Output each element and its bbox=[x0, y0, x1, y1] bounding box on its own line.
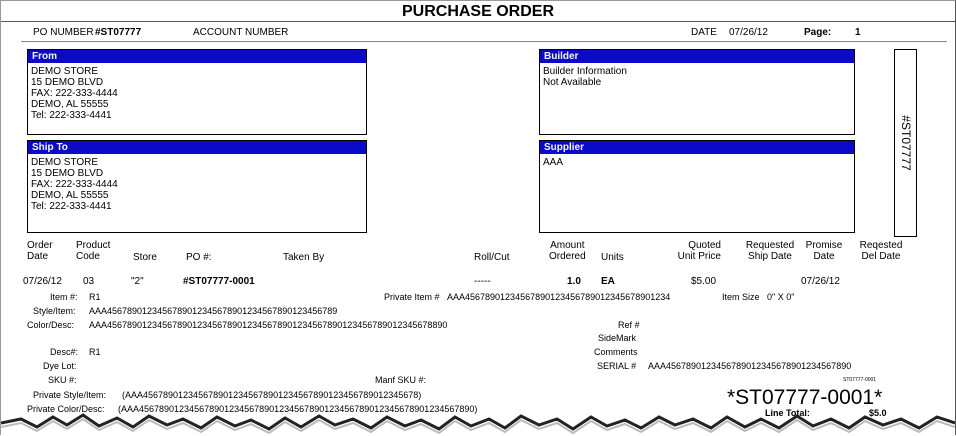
line-units: EA bbox=[601, 276, 615, 287]
ship-to-heading: Ship To bbox=[28, 141, 366, 154]
item-size-value: 0" X 0" bbox=[767, 292, 795, 302]
from-line: DEMO STORE bbox=[31, 66, 99, 77]
ship-to-line: 15 DEMO BLVD bbox=[31, 168, 104, 179]
sku-label: SKU #: bbox=[48, 375, 77, 385]
vertical-po-box: #ST07777 bbox=[894, 49, 917, 237]
ship-to-line: Tel: 222-333-4441 bbox=[31, 201, 112, 212]
line-roll-cut: ----- bbox=[474, 276, 491, 287]
from-line: DEMO, AL 55555 bbox=[31, 99, 109, 110]
ship-to-box: Ship To DEMO STORE 15 DEMO BLVD FAX: 222… bbox=[27, 140, 367, 233]
from-address: DEMO STORE 15 DEMO BLVD FAX: 222-333-444… bbox=[28, 63, 366, 124]
barcode-small-id: ST07777-0001 bbox=[843, 377, 877, 383]
account-number-label: ACCOUNT NUMBER bbox=[193, 27, 289, 38]
col-quoted-unit-price: Quoted Unit Price bbox=[673, 240, 721, 262]
col-quoted-line1: Quoted bbox=[688, 240, 721, 251]
vertical-po-number: #ST07777 bbox=[898, 115, 913, 171]
serial-value: AAA4567890123456789012345678901234567890 bbox=[648, 361, 852, 371]
col-taken-by: Taken By bbox=[283, 252, 325, 263]
date-label: DATE bbox=[691, 27, 717, 38]
col-promise-line2: Date bbox=[813, 251, 835, 262]
style-item-label: Style/Item: bbox=[33, 306, 76, 316]
col-product-code: Product Code bbox=[76, 240, 110, 262]
serial-label: SERIAL # bbox=[597, 361, 637, 371]
line-product-code: 03 bbox=[83, 276, 95, 287]
line-quoted-price: $5.00 bbox=[691, 276, 717, 287]
page-number: 1 bbox=[855, 27, 861, 38]
title-divider bbox=[1, 21, 955, 22]
line-po-number: #ST07777-0001 bbox=[183, 276, 255, 287]
col-promise-line1: Promise bbox=[805, 240, 843, 251]
col-product-code-line1: Product bbox=[76, 240, 111, 251]
sidemark-label: SideMark bbox=[598, 333, 637, 343]
col-amount-ordered: Amount Ordered bbox=[549, 240, 586, 262]
col-order-date-line2: Date bbox=[27, 251, 49, 262]
col-requested-ship-line2: Ship Date bbox=[748, 251, 792, 262]
item-size-label: Item Size bbox=[722, 292, 760, 302]
col-requested-ship-line1: Requested bbox=[745, 240, 795, 251]
po-number-value: #ST07777 bbox=[95, 27, 142, 38]
ref-label: Ref # bbox=[618, 320, 640, 330]
private-item-value: AAA4567890123456789012345678901234567890… bbox=[447, 292, 671, 302]
builder-line: Not Available bbox=[543, 77, 602, 88]
col-reqested-del-line1: Reqested bbox=[859, 240, 903, 251]
from-heading: From bbox=[28, 50, 366, 63]
color-desc-value: AAA4567890123456789012345678901234567890… bbox=[89, 320, 448, 330]
col-reqested-del-date: Reqested Del Date bbox=[857, 240, 905, 262]
from-line: 15 DEMO BLVD bbox=[31, 77, 104, 88]
line-store: "2" bbox=[131, 276, 144, 287]
line-amount-ordered: 1.0 bbox=[567, 276, 581, 287]
document-title: PURCHASE ORDER bbox=[401, 3, 554, 20]
dye-lot-label: Dye Lot: bbox=[43, 361, 77, 371]
col-roll-cut: Roll/Cut bbox=[474, 252, 510, 263]
from-box: From DEMO STORE 15 DEMO BLVD FAX: 222-33… bbox=[27, 49, 367, 135]
private-style-label: Private Style/Item: bbox=[33, 390, 107, 400]
supplier-info: AAA bbox=[540, 154, 854, 171]
col-reqested-del-line2: Del Date bbox=[861, 251, 901, 262]
comments-label: Comments bbox=[594, 347, 638, 357]
private-item-label: Private Item # bbox=[384, 292, 440, 302]
po-number-label: PO NUMBER bbox=[33, 27, 94, 38]
supplier-heading: Supplier bbox=[540, 141, 854, 154]
desc-label: Desc#: bbox=[50, 347, 79, 357]
desc-value: R1 bbox=[89, 347, 101, 357]
line-promise-date: 07/26/12 bbox=[801, 276, 840, 287]
col-amount-ordered-line2: Ordered bbox=[549, 251, 586, 262]
torn-edge-effect bbox=[1, 413, 955, 435]
from-line: Tel: 222-333-4441 bbox=[31, 110, 112, 121]
ship-to-line: DEMO, AL 55555 bbox=[31, 190, 109, 201]
col-units: Units bbox=[601, 252, 624, 263]
from-line: FAX: 222-333-4444 bbox=[31, 88, 118, 99]
col-po: PO #: bbox=[186, 252, 212, 263]
item-value: R1 bbox=[89, 292, 101, 302]
col-amount-ordered-line1: Amount bbox=[550, 240, 585, 251]
date-value: 07/26/12 bbox=[729, 27, 768, 38]
private-style-value: (AAA456789012345678901234567890123456789… bbox=[122, 390, 422, 400]
col-promise-date: Promise Date bbox=[804, 240, 844, 262]
col-order-date-line1: Order bbox=[27, 240, 53, 251]
page-label: Page: bbox=[804, 27, 832, 38]
col-product-code-line2: Code bbox=[76, 251, 100, 262]
ship-to-line: DEMO STORE bbox=[31, 157, 99, 168]
builder-box: Builder Builder Information Not Availabl… bbox=[539, 49, 855, 135]
builder-heading: Builder bbox=[540, 50, 854, 63]
builder-info: Builder Information Not Available bbox=[540, 63, 854, 91]
supplier-line: AAA bbox=[543, 157, 564, 168]
style-item-value: AAA4567890123456789012345678901234567890… bbox=[89, 306, 338, 316]
item-label: Item #: bbox=[50, 292, 78, 302]
builder-line: Builder Information bbox=[543, 66, 627, 77]
header-divider bbox=[21, 41, 947, 42]
line-order-date: 07/26/12 bbox=[23, 276, 62, 287]
col-store: Store bbox=[133, 252, 157, 263]
color-desc-label: Color/Desc: bbox=[27, 320, 75, 330]
col-quoted-line2: Unit Price bbox=[677, 251, 721, 262]
ship-to-line: FAX: 222-333-4444 bbox=[31, 179, 118, 190]
ship-to-address: DEMO STORE 15 DEMO BLVD FAX: 222-333-444… bbox=[28, 154, 366, 215]
supplier-box: Supplier AAA bbox=[539, 140, 855, 233]
col-order-date: Order Date bbox=[27, 240, 53, 262]
col-requested-ship-date: Requested Ship Date bbox=[744, 240, 796, 262]
purchase-order-page: PURCHASE ORDER PO NUMBER #ST07777 ACCOUN… bbox=[0, 0, 956, 435]
manf-sku-label: Manf SKU #: bbox=[375, 375, 427, 385]
